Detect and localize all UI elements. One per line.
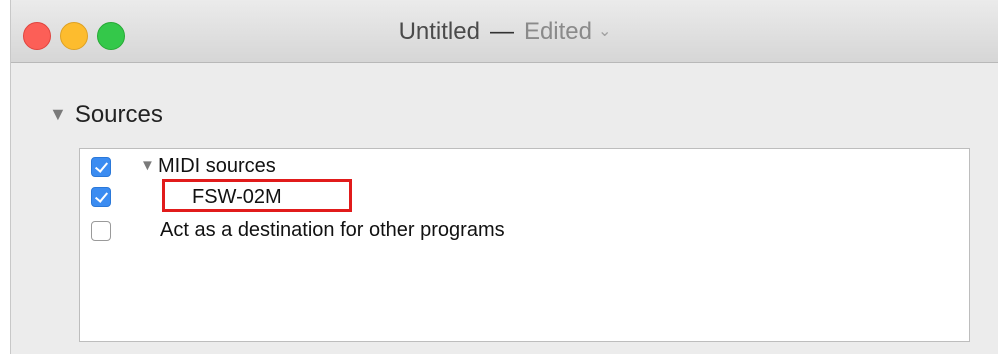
window-title[interactable]: Untitled — Edited ⌄: [11, 18, 998, 46]
title-separator: —: [489, 18, 514, 45]
sources-list[interactable]: ▼ MIDI sources FSW-02M Act as a destinat…: [79, 148, 970, 342]
chevron-down-icon[interactable]: ⌄: [598, 23, 611, 40]
midi-sources-label: MIDI sources: [158, 155, 276, 177]
sources-label: Sources: [74, 101, 163, 128]
fsw-02m-checkbox[interactable]: [91, 187, 111, 207]
midi-sources-checkbox[interactable]: [91, 157, 111, 177]
list-item-act-as-destination[interactable]: Act as a destination for other programs: [80, 217, 969, 247]
act-as-destination-checkbox[interactable]: [91, 221, 111, 241]
app-window: Untitled — Edited ⌄ ▼ Sources ▼ MIDI sources…: [10, 0, 998, 354]
act-as-destination-label: Act as a destination for other programs: [160, 219, 505, 241]
title-bar: Untitled — Edited ⌄: [11, 0, 998, 63]
disclosure-triangle-icon[interactable]: ▼: [49, 104, 67, 124]
disclosure-triangle-icon[interactable]: ▼: [140, 157, 155, 174]
edited-status: Edited: [523, 18, 593, 45]
document-name: Untitled: [398, 18, 480, 45]
sources-section-header[interactable]: ▼ Sources: [49, 101, 163, 129]
red-highlight-box: [162, 179, 352, 212]
